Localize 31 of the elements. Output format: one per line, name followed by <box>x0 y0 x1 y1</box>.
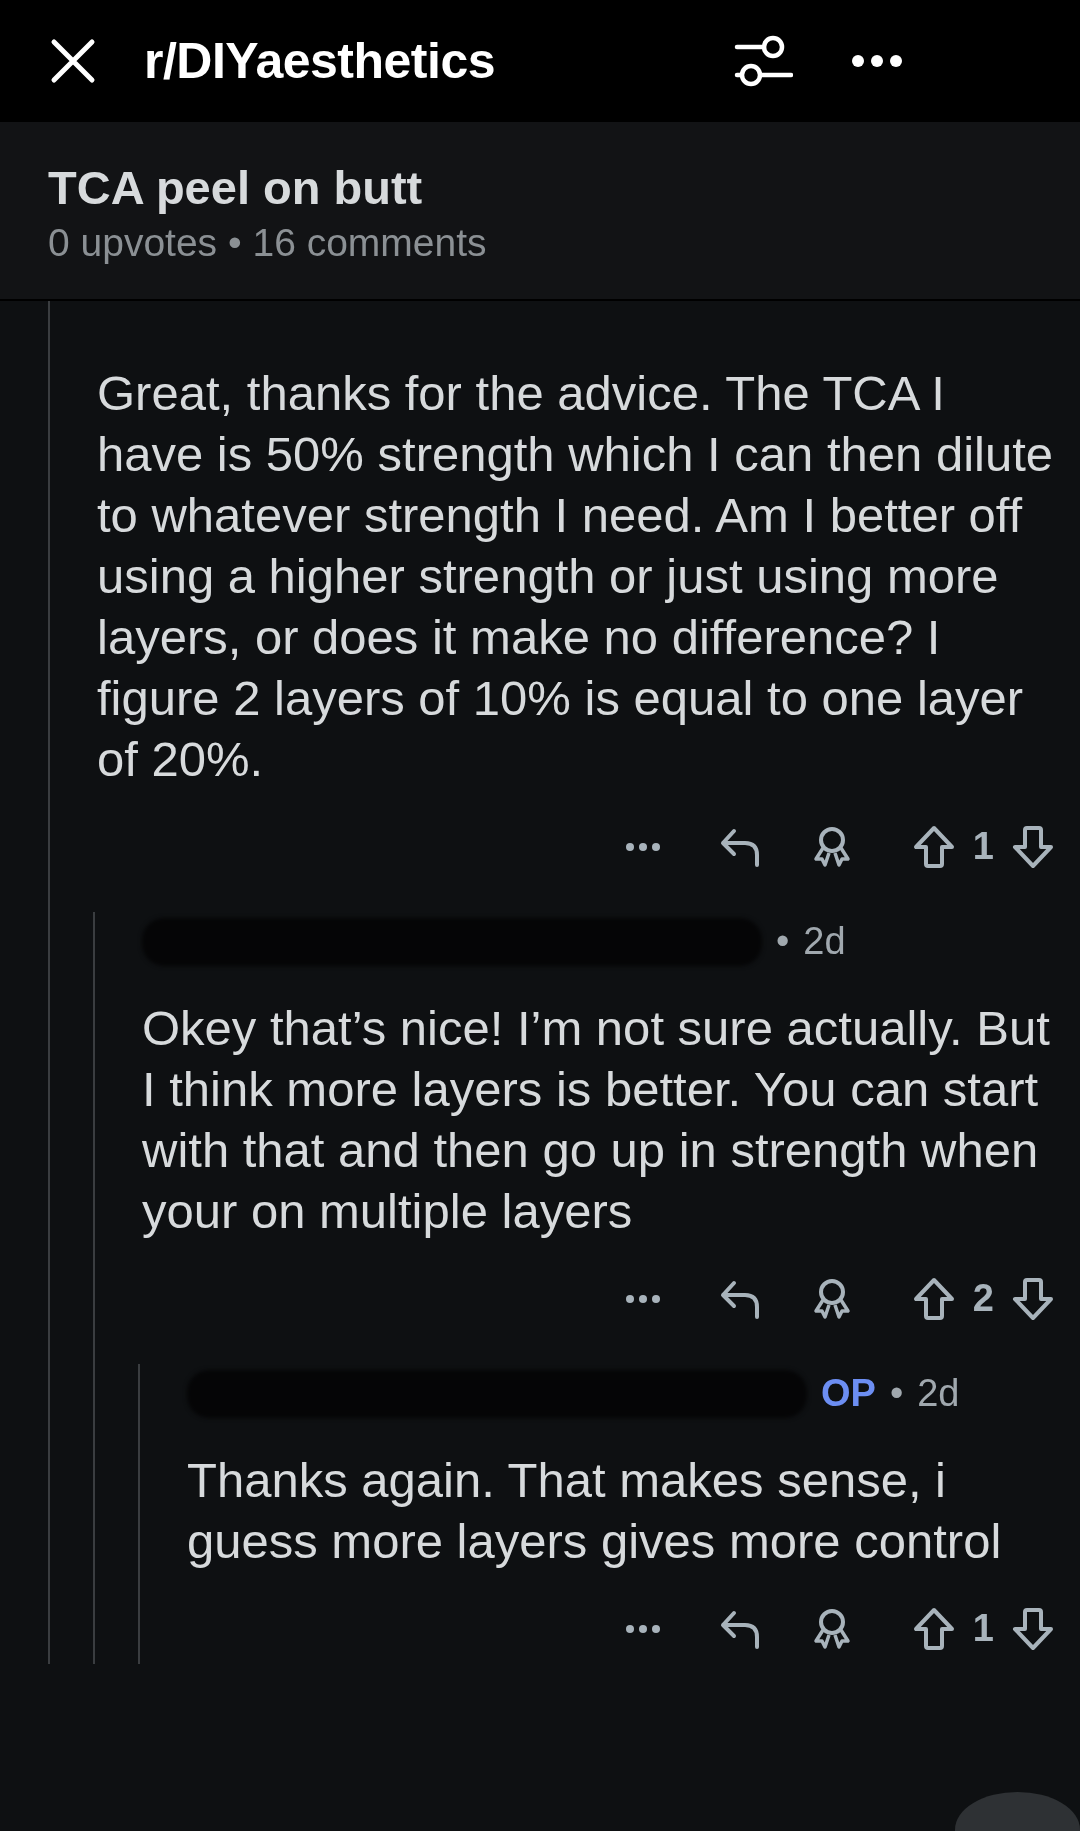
post-title: TCA peel on butt <box>48 160 424 216</box>
more-icon <box>850 54 903 68</box>
close-button[interactable] <box>50 38 96 84</box>
downvote-icon <box>1012 1277 1054 1321</box>
timestamp: 2d <box>803 919 846 965</box>
vote-count: 2 <box>972 1276 994 1322</box>
more-icon <box>624 1294 661 1304</box>
reply-icon <box>718 1608 761 1650</box>
op-label: OP <box>821 1371 876 1417</box>
separator: • <box>889 1371 904 1417</box>
vote-count: 1 <box>972 1606 994 1652</box>
vote-count: 1 <box>972 824 994 870</box>
reply-icon <box>718 1278 761 1320</box>
more-button[interactable] <box>850 54 903 68</box>
more-icon <box>624 1624 661 1634</box>
filter-button[interactable] <box>732 33 793 89</box>
separator: • <box>776 919 790 965</box>
upvote-icon <box>912 1607 955 1651</box>
sliders-icon <box>732 33 793 89</box>
comment-text: Great, thanks for the advice. The TCA I have is 50% strength which I can then dilute to whatever strength I need. Am I better off using a higher strength or just using more layers, or does it make no difference? I figure 2 layers of 10% is equal to one layer of 20%. <box>97 365 1055 788</box>
upvote-icon <box>912 825 955 869</box>
downvote-icon <box>1012 1607 1054 1651</box>
close-icon <box>50 38 96 84</box>
timestamp: 2d <box>917 1371 960 1417</box>
downvote-icon <box>1012 825 1054 869</box>
more-icon <box>624 842 661 852</box>
comment-text: Okey that’s nice! I’m not sure actually. But I think more layers is better. You can start with that and then go up in strength when your on multiple layers <box>142 1000 1051 1240</box>
upvote-icon <box>912 1277 955 1321</box>
comment-text: Thanks again. That makes sense, i guess more layers gives more control <box>187 1452 1003 1570</box>
reply-icon <box>718 826 761 868</box>
post-meta: 0 upvotes • 16 comments <box>48 220 488 267</box>
